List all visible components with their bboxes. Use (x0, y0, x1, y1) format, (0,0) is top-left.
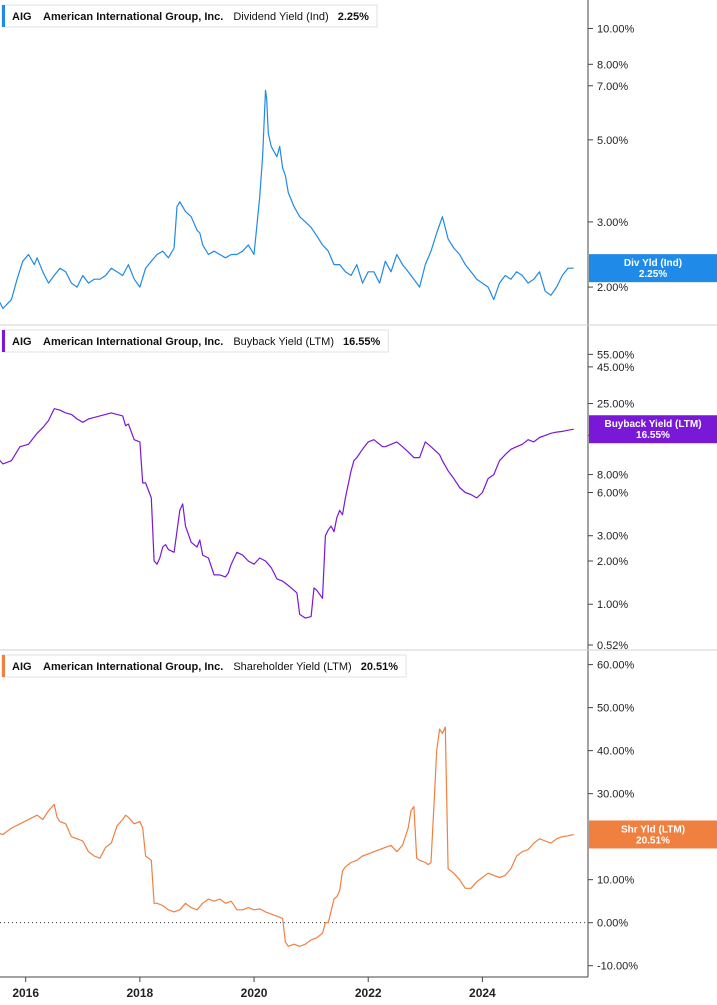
dividend-legend-ticker: AIG (12, 11, 32, 23)
y-tick-label: 10.00% (597, 875, 635, 887)
y-tick-label: 8.00% (597, 470, 628, 482)
x-tick-label: 2022 (355, 986, 382, 1000)
y-tick-label: 3.00% (597, 217, 628, 229)
y-tick-label: 8.00% (597, 59, 628, 71)
dividend-tag-value: 2.25% (639, 269, 667, 280)
y-tick-label: 55.00% (597, 349, 635, 361)
y-tick-label: 3.00% (597, 531, 628, 543)
dividend-legend-metric: Dividend Yield (Ind) (233, 11, 328, 23)
y-tick-label: 5.00% (597, 135, 628, 147)
y-tick-label: 40.00% (597, 746, 635, 758)
dividend-legend-swatch (2, 5, 5, 27)
buyback-legend-swatch (2, 330, 5, 352)
y-tick-label: 1.00% (597, 599, 628, 611)
buyback-legend-company: American International Group, Inc. (43, 336, 223, 348)
buyback-legend-value: 16.55% (343, 336, 381, 348)
shareholder-legend-metric: Shareholder Yield (LTM) (233, 661, 351, 673)
shareholder-tag-value: 20.51% (636, 835, 670, 846)
shareholder-tag-label: Shr Yld (LTM) (621, 824, 685, 835)
y-tick-label: 0.00% (597, 918, 628, 930)
shareholder-legend-swatch (2, 655, 5, 677)
x-tick-label: 2024 (469, 986, 496, 1000)
y-tick-label: 45.00% (597, 362, 635, 374)
y-tick-label: -10.00% (597, 961, 638, 973)
chart-root: 10.00% 8.00% 7.00% 5.00% 3.00% 2.00% AIG Americ… (0, 0, 717, 1005)
y-tick-label: 25.00% (597, 399, 635, 411)
y-tick-label: 60.00% (597, 660, 635, 672)
y-tick-label: 30.00% (597, 789, 635, 801)
shareholder-legend-company: American International Group, Inc. (43, 661, 223, 673)
dividend-tag-label: Div Yld (Ind) (624, 258, 682, 269)
y-tick-label: 10.00% (597, 23, 635, 35)
y-tick-label: 2.00% (597, 282, 628, 294)
buyback-series-line (0, 408, 574, 619)
shareholder-series-line (0, 726, 574, 947)
dividend-series-line (0, 89, 574, 310)
x-tick-label: 2016 (12, 986, 39, 1000)
y-tick-label: 2.00% (597, 556, 628, 568)
shareholder-legend-ticker: AIG (12, 661, 32, 673)
y-tick-label: 6.00% (597, 488, 628, 500)
chart-canvas: 10.00% 8.00% 7.00% 5.00% 3.00% 2.00% AIG Americ… (0, 0, 717, 1000)
shareholder-legend-value: 20.51% (361, 661, 399, 673)
x-tick-label: 2020 (241, 986, 268, 1000)
dividend-legend-value: 2.25% (338, 11, 369, 23)
buyback-tag-label: Buyback Yield (LTM) (604, 419, 701, 430)
y-tick-label: 50.00% (597, 703, 635, 715)
x-tick-label: 2018 (127, 986, 154, 1000)
y-tick-label: 7.00% (597, 81, 628, 93)
buyback-tag-value: 16.55% (636, 430, 670, 441)
dividend-legend-company: American International Group, Inc. (43, 11, 223, 23)
buyback-legend-metric: Buyback Yield (LTM) (233, 336, 334, 348)
buyback-legend-ticker: AIG (12, 336, 32, 348)
